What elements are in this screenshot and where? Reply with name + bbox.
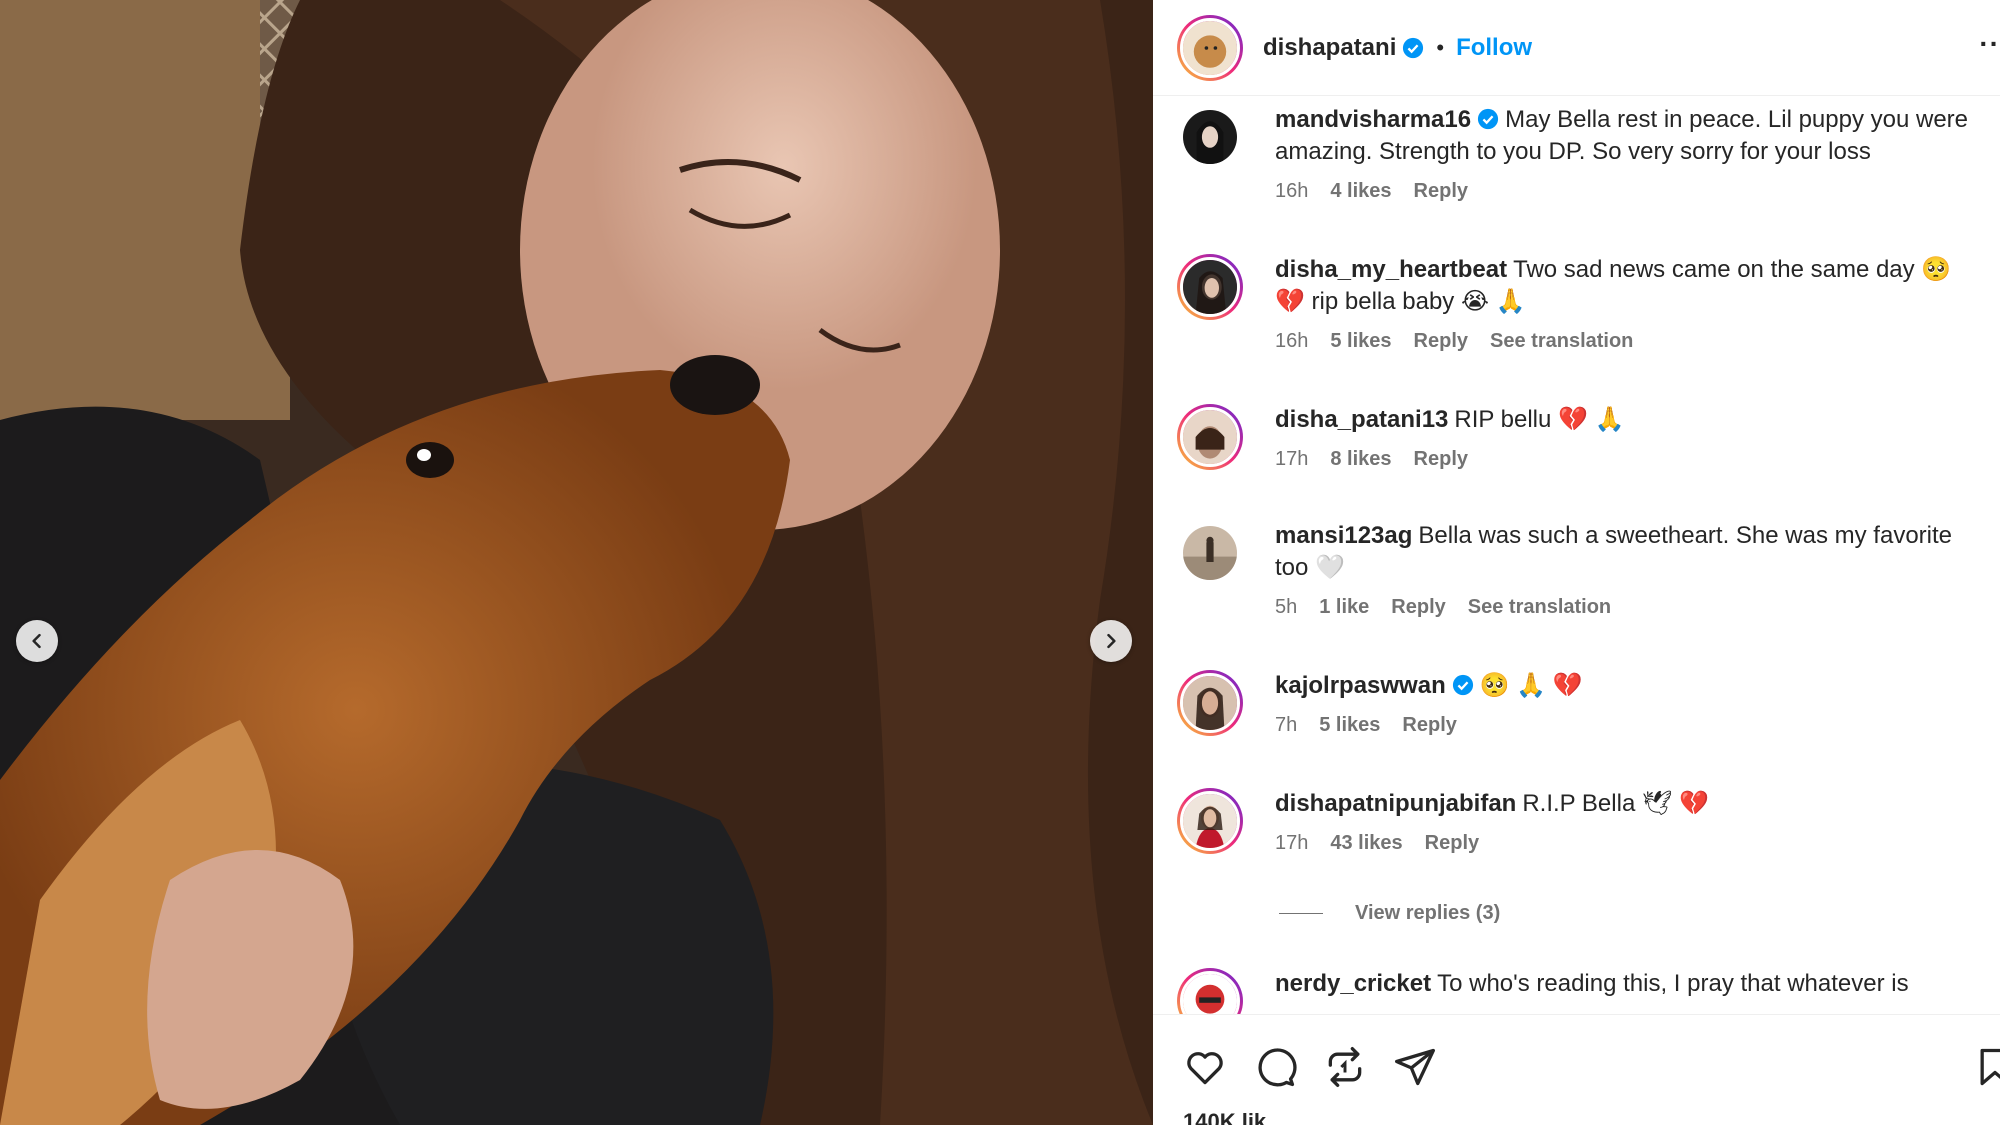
see-translation-link[interactable]: See translation xyxy=(1490,330,1633,353)
send-button[interactable] xyxy=(1393,1045,1437,1089)
comment-text: R.I.P Bella 🕊 💔 xyxy=(1522,790,1709,817)
post-header: dishapatani • Follow ·· xyxy=(1153,0,2000,96)
reply-button[interactable]: Reply xyxy=(1414,448,1468,471)
comment-username[interactable]: disha_patani13 xyxy=(1275,406,1448,433)
follow-button[interactable]: Follow xyxy=(1456,34,1532,62)
comment-text: RIP bellu 💔 🙏 xyxy=(1454,406,1625,433)
view-replies-label: View replies (3) xyxy=(1355,902,1501,924)
avatar-image xyxy=(1183,676,1237,730)
comment-icon xyxy=(1258,1048,1297,1087)
send-icon xyxy=(1395,1048,1435,1086)
avatar-image xyxy=(1183,20,1237,75)
avatar-image xyxy=(1183,260,1237,314)
author-username[interactable]: dishapatani xyxy=(1263,34,1396,62)
replies-divider xyxy=(1279,913,1323,914)
comment-username[interactable]: dishapatnipunjabifan xyxy=(1275,790,1516,817)
view-replies-button[interactable]: View replies (3) xyxy=(1279,902,1500,925)
save-button[interactable] xyxy=(1973,1045,2000,1089)
comment-avatar[interactable] xyxy=(1177,788,1243,854)
comment-username[interactable]: mansi123ag xyxy=(1275,522,1412,549)
comment-time: 7h xyxy=(1275,714,1298,736)
comment-text: 🥺 🙏 💔 xyxy=(1479,672,1583,699)
author-avatar[interactable] xyxy=(1177,14,1243,81)
comment-time: 16h xyxy=(1275,330,1309,352)
comment-time: 17h xyxy=(1275,832,1309,854)
bookmark-icon xyxy=(1980,1048,2000,1086)
comment-avatar[interactable] xyxy=(1177,104,1243,170)
comment-time: 16h xyxy=(1275,180,1309,202)
verified-badge-icon xyxy=(1452,674,1473,696)
comment-avatar[interactable] xyxy=(1177,968,1243,1014)
comment-username[interactable]: kajolrpaswwan xyxy=(1275,672,1446,699)
more-options-icon[interactable]: ·· xyxy=(1979,28,2000,60)
separator-dot: • xyxy=(1436,34,1445,60)
reply-button[interactable]: Reply xyxy=(1402,714,1456,737)
comment-button[interactable] xyxy=(1253,1045,1297,1089)
carousel-next-button[interactable] xyxy=(1090,620,1132,662)
comment-avatar[interactable] xyxy=(1177,254,1243,320)
comment-likes[interactable]: 5 likes xyxy=(1319,714,1380,737)
comment-text: To who's reading this, I pray that whate… xyxy=(1437,970,1909,997)
post-actions-bar: 140K lik xyxy=(1153,1014,2000,1125)
comment-likes[interactable]: 5 likes xyxy=(1330,330,1391,353)
verified-badge-icon xyxy=(1403,37,1424,58)
reply-button[interactable]: Reply xyxy=(1414,330,1468,353)
comment-time: 17h xyxy=(1275,448,1309,470)
comment-username[interactable]: nerdy_cricket xyxy=(1275,970,1431,997)
comment-avatar[interactable] xyxy=(1177,404,1243,470)
like-button[interactable] xyxy=(1183,1045,1227,1089)
carousel-prev-button[interactable] xyxy=(16,620,58,662)
repost-icon xyxy=(1328,1047,1362,1087)
comment-likes[interactable]: 4 likes xyxy=(1330,180,1391,203)
comments-list: mandvisharma16 May Bella rest in peace. L… xyxy=(1153,96,2000,1014)
reply-button[interactable]: Reply xyxy=(1391,596,1445,619)
comment-avatar[interactable] xyxy=(1177,520,1243,586)
heart-icon xyxy=(1187,1052,1223,1085)
verified-badge-icon xyxy=(1478,108,1499,130)
comment-likes[interactable]: 8 likes xyxy=(1330,448,1391,471)
comment-username[interactable]: mandvisharma16 xyxy=(1275,106,1471,133)
avatar-image xyxy=(1183,110,1237,164)
comment-username[interactable]: disha_my_heartbeat xyxy=(1275,256,1507,283)
see-translation-link[interactable]: See translation xyxy=(1468,596,1611,619)
chevron-left-icon xyxy=(32,633,41,649)
avatar-image xyxy=(1183,974,1237,1014)
post-likes-count[interactable]: 140K lik xyxy=(1183,1109,1266,1125)
chevron-right-icon xyxy=(1107,633,1116,649)
post-photo xyxy=(0,0,1153,1125)
post-sidebar: dishapatani • Follow ·· mandvisharma16 Ma… xyxy=(1153,0,2000,1125)
post-media xyxy=(0,0,1153,1125)
comment-time: 5h xyxy=(1275,596,1298,618)
avatar-image xyxy=(1183,794,1237,848)
reply-button[interactable]: Reply xyxy=(1425,832,1479,855)
avatar-image xyxy=(1183,526,1237,580)
comment-likes[interactable]: 43 likes xyxy=(1330,832,1402,855)
repost-button[interactable] xyxy=(1323,1045,1367,1089)
avatar-image xyxy=(1183,410,1237,464)
reply-button[interactable]: Reply xyxy=(1414,180,1468,203)
comment-likes[interactable]: 1 like xyxy=(1319,596,1369,619)
comment-avatar[interactable] xyxy=(1177,670,1243,736)
